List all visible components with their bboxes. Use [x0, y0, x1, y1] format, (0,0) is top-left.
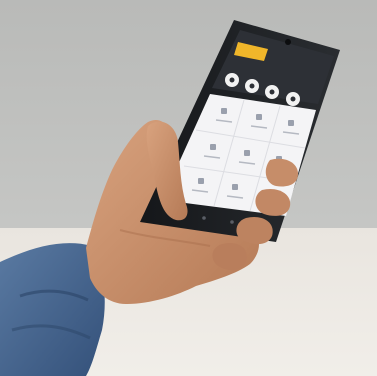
photo-scene: [0, 0, 377, 376]
photo-illustration: [0, 20, 340, 376]
camera-icon: [285, 39, 291, 45]
